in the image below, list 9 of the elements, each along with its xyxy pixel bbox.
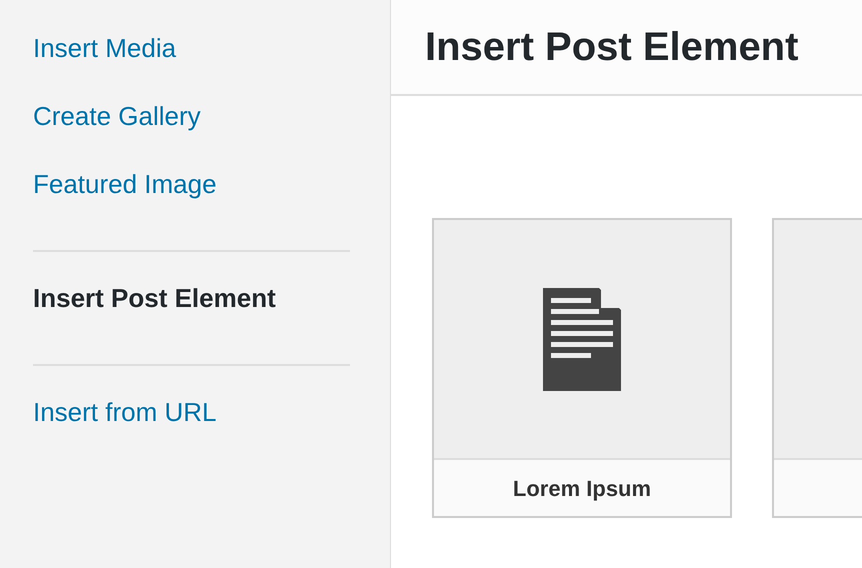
menu-link[interactable]: Insert Media bbox=[33, 28, 350, 96]
menu-link[interactable]: Insert Post Element bbox=[33, 278, 350, 346]
card-title: Lorem Ipsum bbox=[512, 474, 652, 503]
menu-link[interactable]: Insert from URL bbox=[33, 392, 350, 460]
element-card[interactable]: Lorem Ipsum bbox=[432, 218, 732, 518]
page-title: Insert Post Element bbox=[425, 24, 798, 71]
menu-link[interactable]: Create Gallery bbox=[33, 96, 350, 164]
document-icon bbox=[543, 288, 621, 390]
menu-link[interactable]: Featured Image bbox=[33, 164, 350, 232]
